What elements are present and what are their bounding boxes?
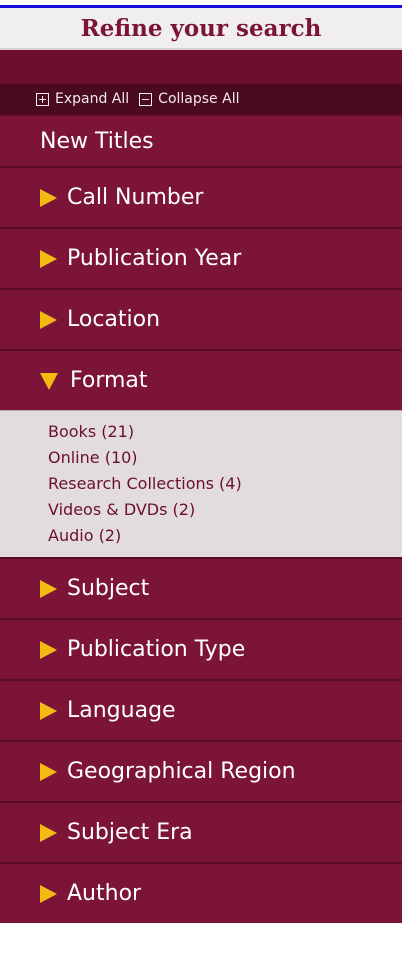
expand-all-button[interactable]: Expand All [36,91,129,107]
facet-label: Format [70,368,148,393]
facet-label: Publication Type [67,637,246,662]
format-option-audio[interactable]: Audio (2) [48,523,402,549]
facet-author[interactable]: Author [0,862,402,923]
facet-geographical-region[interactable]: Geographical Region [0,740,402,801]
facet-label: Language [67,698,176,723]
collapse-all-button[interactable]: Collapse All [139,91,239,107]
facet-new-titles[interactable]: New Titles [0,114,402,166]
facet-label: Geographical Region [67,759,296,784]
facet-format[interactable]: Format [0,349,402,410]
triangle-right-icon [40,579,57,598]
plus-box-icon [36,92,49,106]
facet-label: Subject [67,576,150,601]
format-options-list: Books (21) Online (10) Research Collecti… [0,410,402,557]
facet-label: Subject Era [67,820,193,845]
triangle-right-icon [40,188,57,207]
top-link-strip [0,0,402,8]
facet-publication-year[interactable]: Publication Year [0,227,402,288]
refine-header: Refine your search [0,8,402,50]
facet-label: Call Number [67,185,204,210]
triangle-down-icon [40,373,58,390]
format-option-books[interactable]: Books (21) [48,419,402,445]
triangle-right-icon [40,823,57,842]
facet-language[interactable]: Language [0,679,402,740]
facet-label: New Titles [40,128,154,154]
expand-collapse-toolbar: Expand All Collapse All [0,84,402,114]
format-option-videos-dvds[interactable]: Videos & DVDs (2) [48,497,402,523]
page-title: Refine your search [80,14,322,42]
triangle-right-icon [40,640,57,659]
triangle-right-icon [40,701,57,720]
triangle-right-icon [40,249,57,268]
facet-publication-type[interactable]: Publication Type [0,618,402,679]
triangle-right-icon [40,310,57,329]
minus-box-icon [139,92,153,106]
expand-all-label: Expand All [55,91,130,107]
format-option-online[interactable]: Online (10) [48,445,402,471]
facet-label: Author [67,881,142,906]
facet-subject[interactable]: Subject [0,557,402,618]
facet-label: Location [67,307,161,332]
facet-call-number[interactable]: Call Number [0,166,402,227]
triangle-right-icon [40,884,57,903]
facet-location[interactable]: Location [0,288,402,349]
top-link-underline [0,0,402,8]
collapse-all-label: Collapse All [158,91,240,107]
triangle-right-icon [40,762,57,781]
format-option-research-collections[interactable]: Research Collections (4) [48,471,402,497]
facet-label: Publication Year [67,246,242,271]
header-spacer [0,50,402,84]
facet-subject-era[interactable]: Subject Era [0,801,402,862]
